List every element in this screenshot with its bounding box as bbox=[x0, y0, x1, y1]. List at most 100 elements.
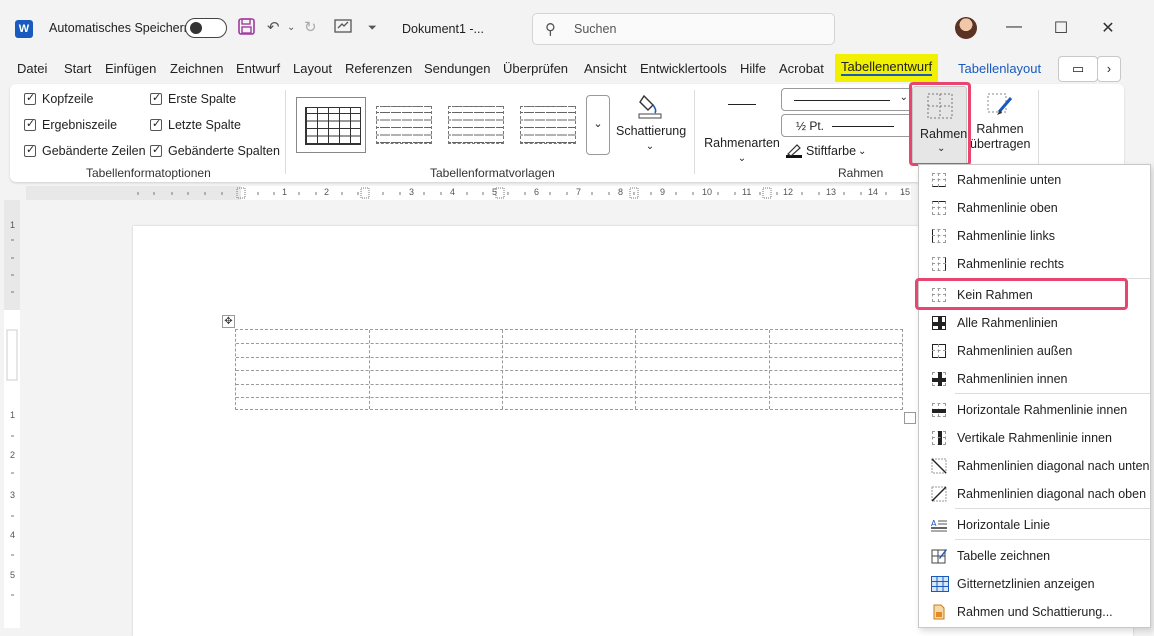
tab-sendungen[interactable]: Sendungen bbox=[424, 61, 491, 76]
menu-item-borders-and-shading[interactable]: Rahmen und Schattierung... bbox=[919, 598, 1150, 626]
border-bottom-icon bbox=[931, 172, 947, 188]
maximize-icon[interactable]: ☐ bbox=[1051, 18, 1071, 38]
menu-item-inside-vertical-border[interactable]: Vertikale Rahmenlinie innen bbox=[919, 424, 1150, 452]
group-label-borders: Rahmen bbox=[838, 166, 884, 180]
checkbox-letzte-spalte[interactable]: Letzte Spalte bbox=[150, 117, 241, 132]
checkbox-label: Ergebniszeile bbox=[42, 118, 118, 132]
menu-item-all-borders[interactable]: Alle Rahmenlinien bbox=[919, 309, 1150, 337]
menu-item-diagonal-down-border[interactable]: Rahmenlinien diagonal nach unten bbox=[919, 452, 1150, 480]
border-top-icon bbox=[931, 200, 947, 216]
chevron-right-icon: › bbox=[1106, 62, 1112, 76]
checkbox-gebaenderte-zeilen[interactable]: Gebänderte Zeilen bbox=[24, 143, 146, 158]
word-logo-icon: W bbox=[15, 20, 33, 38]
signature-icon[interactable] bbox=[334, 18, 352, 38]
tab-datei[interactable]: Datei bbox=[17, 61, 47, 76]
ruler-number: 1 bbox=[10, 410, 16, 420]
vertical-ruler: 1 1 2 3 4 5 bbox=[4, 200, 20, 628]
tab-acrobat[interactable]: Acrobat bbox=[779, 61, 824, 76]
menu-item-draw-table[interactable]: Tabelle zeichnen bbox=[919, 542, 1150, 570]
checkbox-gebaenderte-spalten[interactable]: Gebänderte Spalten bbox=[150, 143, 280, 158]
menu-item-label: Alle Rahmenlinien bbox=[957, 316, 1058, 330]
document-title[interactable]: Dokument1 -... bbox=[402, 22, 484, 36]
more-tabs-button[interactable]: › bbox=[1097, 56, 1121, 82]
outside-borders-icon bbox=[931, 343, 947, 359]
comments-button[interactable]: ▭ bbox=[1058, 56, 1098, 82]
menu-item-right-border[interactable]: Rahmenlinie rechts bbox=[919, 250, 1150, 278]
border-painter-icon bbox=[970, 90, 1030, 122]
table-style-4[interactable] bbox=[512, 97, 582, 153]
line-style-select[interactable]: ⌄ bbox=[781, 88, 913, 111]
ruler-number: 1 bbox=[282, 187, 288, 197]
avatar[interactable] bbox=[955, 17, 977, 39]
menu-item-diagonal-up-border[interactable]: Rahmenlinien diagonal nach oben bbox=[919, 480, 1150, 508]
table-style-1[interactable] bbox=[296, 97, 366, 153]
tab-tabellenentwurf[interactable]: Tabellenentwurf bbox=[835, 54, 939, 82]
line-weight-select[interactable]: ½ Pt. bbox=[781, 114, 913, 137]
menu-item-label: Vertikale Rahmenlinie innen bbox=[957, 431, 1112, 445]
table-style-3[interactable] bbox=[440, 97, 510, 153]
menu-item-view-gridlines[interactable]: Gitternetzlinien anzeigen bbox=[919, 570, 1150, 598]
ruler-number: 13 bbox=[826, 187, 837, 197]
menu-item-label: Rahmenlinien diagonal nach unten bbox=[957, 459, 1150, 473]
minimize-icon[interactable]: — bbox=[1004, 18, 1024, 36]
redo-icon[interactable]: ↻ bbox=[304, 18, 317, 36]
menu-item-label: Rahmenlinie links bbox=[957, 229, 1055, 243]
ruler-number: 4 bbox=[10, 530, 16, 540]
search-placeholder: Suchen bbox=[574, 22, 617, 36]
menu-item-inside-borders[interactable]: Rahmenlinien innen bbox=[919, 365, 1150, 393]
shading-button[interactable]: Schattierung ⌄ bbox=[616, 90, 686, 154]
table-move-handle-icon[interactable]: ✥ bbox=[222, 315, 235, 328]
pen-color-button[interactable]: Stiftfarbe ⌄ bbox=[786, 144, 866, 158]
autosave-toggle[interactable] bbox=[185, 18, 227, 38]
gallery-more-button[interactable]: ⌄ bbox=[586, 95, 610, 155]
checkbox-kopfzeile[interactable]: Kopfzeile bbox=[24, 91, 93, 106]
table-row-divider bbox=[236, 357, 902, 358]
tab-layout[interactable]: Layout bbox=[293, 61, 332, 76]
table-style-2[interactable] bbox=[368, 97, 438, 153]
chevron-down-icon: ⌄ bbox=[593, 118, 603, 130]
document-table[interactable] bbox=[235, 329, 903, 410]
tab-tabellenentwurf-label: Tabellenentwurf bbox=[841, 59, 933, 76]
tab-entwurf[interactable]: Entwurf bbox=[236, 61, 280, 76]
table-grid-icon bbox=[520, 106, 576, 144]
border-right-icon bbox=[931, 256, 947, 272]
annotation-highlight-borders bbox=[909, 82, 971, 166]
menu-item-label: Rahmenlinie oben bbox=[957, 201, 1058, 215]
menu-item-horizontal-line[interactable]: A Horizontale Linie bbox=[919, 511, 1150, 539]
inside-horizontal-border-icon bbox=[931, 402, 947, 418]
table-styles-gallery bbox=[296, 94, 596, 154]
checkbox-label: Letzte Spalte bbox=[168, 118, 241, 132]
table-resize-handle[interactable] bbox=[904, 412, 916, 424]
divider bbox=[1038, 90, 1039, 174]
undo-dropdown-icon[interactable]: ⌄ bbox=[287, 22, 295, 33]
save-icon[interactable] bbox=[238, 18, 255, 39]
menu-item-top-border[interactable]: Rahmenlinie oben bbox=[919, 194, 1150, 222]
tab-referenzen[interactable]: Referenzen bbox=[345, 61, 412, 76]
borders-dropdown-menu: Rahmenlinie unten Rahmenlinie oben Rahme… bbox=[918, 164, 1151, 628]
checkbox-erste-spalte[interactable]: Erste Spalte bbox=[150, 91, 236, 106]
undo-icon[interactable]: ↶ bbox=[267, 18, 280, 36]
table-grid-icon bbox=[376, 106, 432, 144]
close-icon[interactable]: ✕ bbox=[1098, 18, 1118, 38]
tab-entwicklertools[interactable]: Entwicklertools bbox=[640, 61, 727, 76]
tab-start[interactable]: Start bbox=[64, 61, 91, 76]
tab-ansicht[interactable]: Ansicht bbox=[584, 61, 627, 76]
customize-qat-icon[interactable]: ⏷ bbox=[368, 22, 377, 35]
tab-hilfe[interactable]: Hilfe bbox=[740, 61, 766, 76]
checkbox-ergebniszeile[interactable]: Ergebniszeile bbox=[24, 117, 118, 132]
line-weight-value: ½ Pt. bbox=[796, 119, 825, 133]
menu-item-outside-borders[interactable]: Rahmenlinien außen bbox=[919, 337, 1150, 365]
menu-divider bbox=[955, 508, 1150, 509]
ruler-number: 15 bbox=[900, 187, 911, 197]
menu-item-bottom-border[interactable]: Rahmenlinie unten bbox=[919, 166, 1150, 194]
tab-zeichnen[interactable]: Zeichnen bbox=[170, 61, 223, 76]
tab-tabellenlayout[interactable]: Tabellenlayout bbox=[958, 61, 1041, 76]
gridlines-icon bbox=[931, 576, 949, 592]
menu-item-left-border[interactable]: Rahmenlinie links bbox=[919, 222, 1150, 250]
search-box[interactable]: ⚲ Suchen bbox=[532, 13, 835, 45]
border-styles-button[interactable]: Rahmenarten ⌄ bbox=[702, 94, 782, 166]
tab-ueberpruefen[interactable]: Überprüfen bbox=[503, 61, 568, 76]
border-painter-button[interactable]: Rahmen übertragen bbox=[970, 90, 1030, 152]
menu-item-inside-horizontal-border[interactable]: Horizontale Rahmenlinie innen bbox=[919, 396, 1150, 424]
tab-einfuegen[interactable]: Einfügen bbox=[105, 61, 156, 76]
